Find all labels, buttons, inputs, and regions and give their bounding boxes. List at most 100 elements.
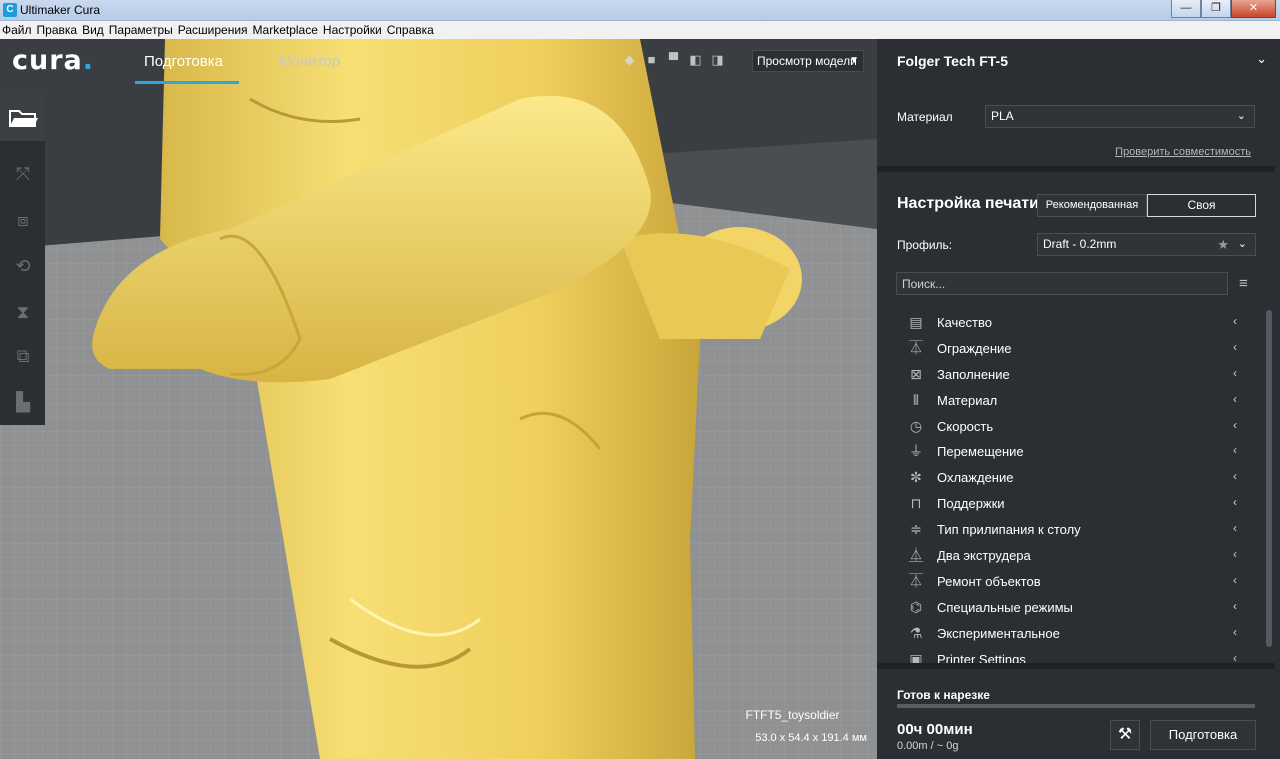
slice-status: Готов к нарезке: [897, 688, 990, 702]
prepare-slice-button[interactable]: Подготовка: [1150, 720, 1256, 750]
chevron-left-icon: ‹: [1233, 495, 1237, 510]
chevron-down-icon[interactable]: ⌄: [1256, 51, 1267, 67]
category-label: Материал: [937, 392, 998, 408]
profile-value: Draft - 0.2mm: [1043, 237, 1117, 251]
category-cooling[interactable]: ✼ Охлаждение ‹: [877, 465, 1261, 491]
mesh-fix-icon: ⏄: [909, 572, 923, 589]
category-mesh-fix[interactable]: ⏄ Ремонт объектов ‹: [877, 569, 1261, 595]
tab-prepare[interactable]: Подготовка: [144, 53, 223, 70]
scale-tool-icon[interactable]: ⧈: [10, 207, 36, 233]
category-label: Ремонт объектов: [937, 573, 1041, 589]
window-title: Ultimaker Cura: [20, 3, 101, 17]
3d-viewport[interactable]: [0, 39, 877, 759]
speed-icon: ◷: [909, 417, 923, 434]
folder-icon: [9, 110, 38, 127]
recommended-mode-button[interactable]: Рекомендованная: [1037, 194, 1147, 217]
chevron-left-icon: ‹: [1233, 314, 1237, 328]
settings-sidebar: Folger Tech FT-5 ⌄ Материал PLA ⌄ Провер…: [877, 39, 1280, 759]
category-special-modes[interactable]: ⌬ Специальные режимы ‹: [877, 595, 1261, 621]
profile-select[interactable]: Draft - 0.2mm ★ ⌄: [1037, 233, 1256, 256]
viewport-scene: [0, 39, 877, 759]
material-icon: ⦀: [912, 391, 920, 408]
menu-help[interactable]: Справка: [387, 23, 434, 37]
shell-icon: ⏄: [909, 339, 923, 356]
star-icon[interactable]: ★: [1217, 234, 1229, 255]
view-left-icon[interactable]: ◧: [688, 53, 703, 67]
category-label: Охлаждение: [937, 470, 1014, 486]
menu-marketplace[interactable]: Marketplace: [253, 23, 318, 37]
custom-mode-button[interactable]: Своя: [1147, 194, 1256, 217]
view-right-icon[interactable]: ◨: [710, 53, 725, 67]
view-mode-select[interactable]: Просмотр модели ▼: [752, 50, 864, 72]
category-support[interactable]: ⊓ Поддержки ‹: [877, 491, 1261, 517]
left-toolbar: ⤧ ⧈ ⟲ ⧗ ⧉ ▙: [0, 95, 45, 425]
chevron-down-icon: ⌄: [1237, 238, 1247, 250]
view-front-icon[interactable]: ■: [644, 53, 659, 67]
menu-options[interactable]: Параметры: [109, 23, 173, 37]
menu-edit[interactable]: Правка: [37, 23, 78, 37]
menu-file[interactable]: Файл: [2, 23, 32, 37]
window-titlebar: C Ultimaker Cura — ❐ ✕: [0, 0, 1280, 21]
settings-search-input[interactable]: [896, 272, 1228, 295]
print-setup-title: Настройка печати: [897, 195, 1039, 212]
menu-extensions[interactable]: Расширения: [178, 23, 248, 37]
minimize-button[interactable]: —: [1171, 0, 1201, 18]
check-compatibility-link[interactable]: Проверить совместимость: [1115, 146, 1251, 158]
rotate-tool-icon[interactable]: ⟲: [10, 253, 36, 279]
printer-settings-icon: ▣: [909, 650, 923, 663]
material-estimate: 0.00m / ~ 0g: [897, 740, 959, 752]
cura-app-icon: C: [3, 3, 17, 17]
view-top-icon[interactable]: ▀: [666, 53, 681, 67]
tab-monitor[interactable]: Монитор: [279, 53, 340, 70]
mirror-tool-icon[interactable]: ⧗: [10, 299, 36, 325]
category-dual-extruder[interactable]: ⏅ Два экструдера ‹: [877, 543, 1261, 569]
slice-panel: Готов к нарезке 00ч 00мин 0.00m / ~ 0g ⚒…: [877, 663, 1275, 759]
category-material[interactable]: ⦀ Материал ‹: [877, 388, 1261, 414]
settings-visibility-menu-icon[interactable]: ≡: [1239, 275, 1248, 292]
settings-category-list: ▤ Качество ‹ ⏄ Ограждение ‹ ⊠ Заполнение…: [877, 310, 1261, 663]
adhesion-icon: ≑: [910, 521, 922, 538]
infill-icon: ⊠: [910, 365, 922, 382]
category-label: Скорость: [937, 418, 994, 434]
category-infill[interactable]: ⊠ Заполнение ‹: [877, 362, 1261, 388]
top-header: cura. Подготовка Монитор ◆ ■ ▀ ◧ ◨ Просм…: [0, 39, 877, 85]
active-tab-indicator: [135, 81, 239, 84]
category-shell[interactable]: ⏄ Ограждение ‹: [877, 336, 1261, 362]
menu-preferences[interactable]: Настройки: [323, 23, 382, 37]
category-speed[interactable]: ◷ Скорость ‹: [877, 414, 1261, 440]
chevron-left-icon: ‹: [1233, 365, 1237, 380]
move-tool-icon[interactable]: ⤧: [10, 161, 36, 187]
menu-view[interactable]: Вид: [82, 23, 104, 37]
category-quality[interactable]: ▤ Качество ‹: [877, 310, 1261, 336]
maximize-button[interactable]: ❐: [1201, 0, 1231, 18]
chevron-left-icon: ‹: [1233, 391, 1237, 406]
view-mode-value: Просмотр модели: [757, 54, 857, 68]
chevron-left-icon: ‹: [1233, 650, 1237, 663]
category-travel[interactable]: ⏚ Перемещение ‹: [877, 439, 1261, 465]
chevron-left-icon: ‹: [1233, 521, 1237, 536]
chevron-down-icon: ⌄: [1236, 110, 1246, 122]
slice-settings-button[interactable]: ⚒: [1110, 720, 1140, 750]
experimental-icon: ⚗: [909, 624, 923, 641]
view-3d-icon[interactable]: ◆: [622, 53, 637, 67]
settings-scrollbar[interactable]: [1266, 310, 1272, 647]
dual-extruder-icon: ⏅: [909, 547, 923, 564]
category-experimental[interactable]: ⚗ Экспериментальное ‹: [877, 621, 1261, 647]
per-model-settings-icon[interactable]: ⧉: [10, 343, 36, 369]
support-blocker-icon[interactable]: ▙: [10, 389, 36, 415]
chevron-left-icon: ‹: [1233, 598, 1237, 613]
material-select[interactable]: PLA ⌄: [985, 105, 1255, 128]
category-printer-settings[interactable]: ▣ Printer Settings ‹: [877, 647, 1261, 663]
category-label: Качество: [937, 315, 992, 330]
printer-name[interactable]: Folger Tech FT-5: [897, 53, 1008, 69]
open-file-button[interactable]: [0, 95, 45, 141]
tools-icon: ⚒: [1117, 726, 1133, 743]
close-button[interactable]: ✕: [1231, 0, 1276, 18]
menu-bar: Файл Правка Вид Параметры Расширения Mar…: [0, 21, 1280, 39]
category-adhesion[interactable]: ≑ Тип прилипания к столу ‹: [877, 517, 1261, 543]
category-label: Заполнение: [937, 366, 1010, 382]
quality-icon: ▤: [909, 314, 923, 330]
travel-icon: ⏚: [909, 443, 923, 460]
category-label: Printer Settings: [937, 651, 1026, 663]
category-label: Поддержки: [937, 496, 1005, 512]
